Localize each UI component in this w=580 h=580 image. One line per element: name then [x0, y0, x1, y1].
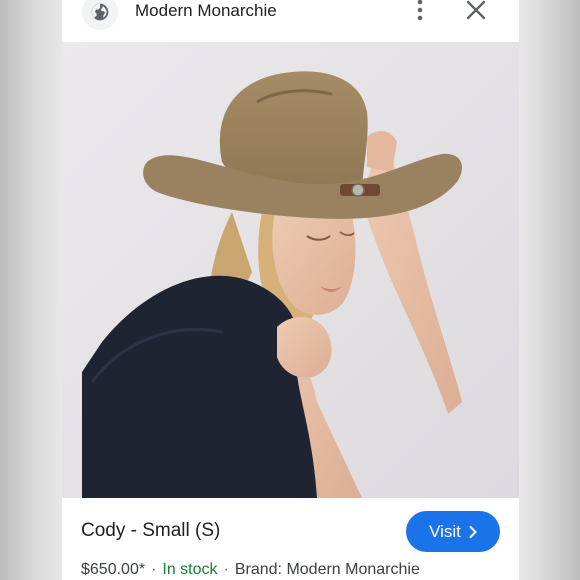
visit-button-label: Visit	[429, 521, 461, 541]
stock-status: In stock	[162, 561, 218, 578]
product-brand: Brand: Modern Monarchie	[234, 561, 420, 578]
globe-icon	[82, 0, 118, 30]
product-sheet: Modern Monarchie Cody - Small (S) Visit …	[62, 0, 519, 580]
separator: ·	[223, 561, 229, 578]
product-title: Cody - Small (S)	[81, 520, 221, 541]
product-meta: $650.00* · In stock · Brand: Modern Monarchi…	[81, 560, 420, 580]
more-vert-icon[interactable]	[410, 0, 430, 22]
product-price: $650.00*	[81, 561, 146, 578]
separator: ·	[151, 561, 157, 578]
close-icon[interactable]	[464, 0, 488, 22]
top-bar: Modern Monarchie	[62, 0, 519, 42]
site-name: Modern Monarchie	[135, 1, 277, 20]
visit-button[interactable]: Visit	[406, 511, 500, 552]
product-image[interactable]	[62, 42, 519, 498]
chevron-right-icon	[469, 525, 477, 538]
